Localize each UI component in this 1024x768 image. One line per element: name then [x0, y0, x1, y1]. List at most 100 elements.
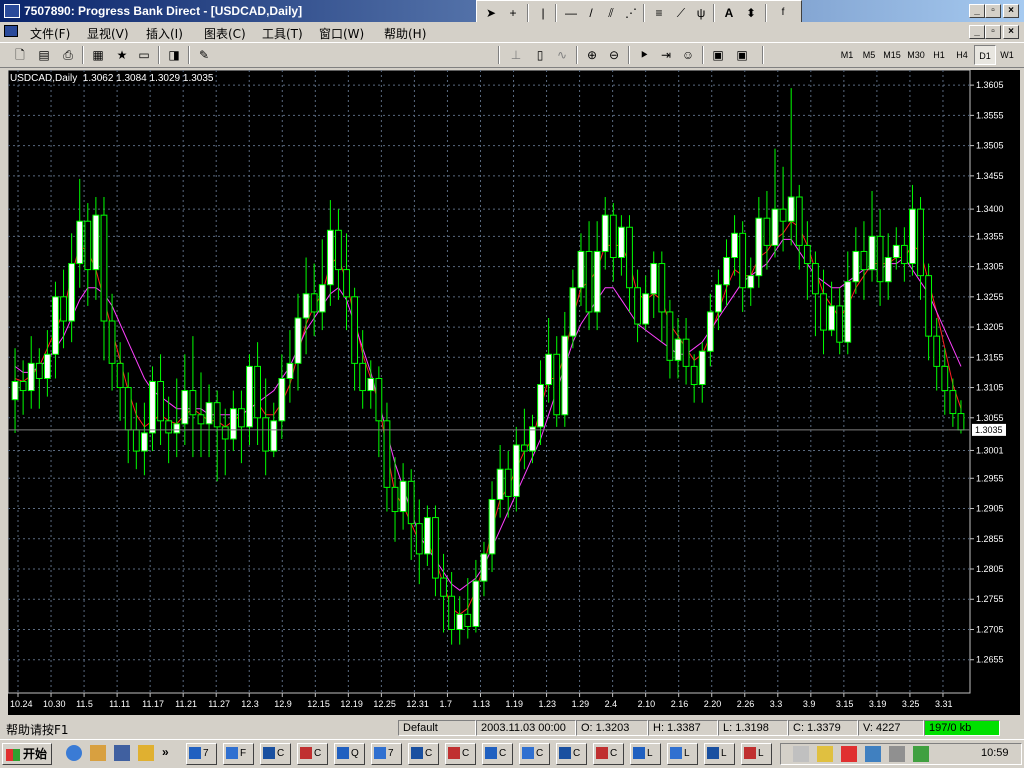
- zoom-in-icon[interactable]: ⊕: [582, 46, 602, 64]
- menu-insert[interactable]: 插入(I): [146, 25, 183, 42]
- taskbar-button[interactable]: Q: [334, 743, 365, 765]
- vertical-line-icon[interactable]: |: [533, 4, 553, 22]
- tray-ime-icon[interactable]: [913, 746, 929, 762]
- child-close-button[interactable]: ×: [1003, 25, 1019, 39]
- menu-view[interactable]: 显视(V): [87, 25, 129, 42]
- fibonacci-icon[interactable]: ≡: [649, 4, 669, 22]
- timeframe-d1[interactable]: D1: [974, 45, 996, 65]
- timeframe-m30[interactable]: M30: [904, 45, 928, 65]
- new-order-icon[interactable]: ✎: [194, 46, 214, 64]
- timeframe-w1[interactable]: W1: [996, 45, 1018, 65]
- cursor-icon[interactable]: ➤: [481, 4, 501, 22]
- menu-window[interactable]: 窗口(W): [319, 25, 364, 42]
- taskbar-button-label: C: [573, 748, 581, 759]
- periods-icon[interactable]: ▣: [732, 46, 752, 64]
- candle-body: [868, 235, 876, 271]
- print-icon[interactable]: ⎙: [58, 46, 78, 64]
- indicator-icon[interactable]: f: [773, 4, 793, 22]
- arrow-icon[interactable]: ⬍: [741, 4, 761, 22]
- taskbar-button[interactable]: C: [593, 743, 624, 765]
- taskbar-button[interactable]: L: [667, 743, 698, 765]
- child-restore-button[interactable]: ▫: [985, 25, 1001, 39]
- fib-fan-icon[interactable]: ⟋: [671, 4, 691, 22]
- taskbar-button[interactable]: F: [223, 743, 254, 765]
- menu-help[interactable]: 帮助(H): [384, 25, 426, 42]
- taskbar-button[interactable]: 7: [371, 743, 402, 765]
- navigator-icon[interactable]: ★: [112, 46, 132, 64]
- app-quicklaunch-icon[interactable]: [138, 745, 154, 761]
- candle-body: [262, 417, 270, 452]
- horizontal-line-icon[interactable]: —: [561, 4, 581, 22]
- candle-body: [238, 408, 245, 428]
- candle-body: [739, 232, 747, 289]
- candlestick-icon[interactable]: ▯: [530, 46, 550, 64]
- timeframe-h1[interactable]: H1: [928, 45, 950, 65]
- candle-body: [76, 220, 84, 265]
- auto-scroll-icon[interactable]: ⯈: [634, 46, 654, 64]
- outlook-quicklaunch-icon[interactable]: [114, 745, 130, 761]
- x-tick-label: 1.13: [472, 699, 490, 709]
- tray-volume-icon[interactable]: [889, 746, 905, 762]
- crosshair-icon[interactable]: +: [503, 4, 523, 22]
- taskbar-button[interactable]: L: [704, 743, 735, 765]
- terminal-icon[interactable]: ▭: [134, 46, 154, 64]
- menu-charts[interactable]: 图表(C): [204, 25, 246, 42]
- menu-tools[interactable]: 工具(T): [262, 25, 303, 42]
- taskbar-button[interactable]: 7: [186, 743, 217, 765]
- candle-body: [310, 293, 318, 313]
- price-chart[interactable]: 1.3605 1.3555 1.3505 1.3455 1.3400 1.3355 1.33…: [8, 70, 1020, 715]
- more-quicklaunch-icon[interactable]: »: [162, 745, 169, 759]
- restore-button[interactable]: ▫: [985, 4, 1001, 18]
- line-chart-icon[interactable]: ∿: [552, 46, 572, 64]
- timeframe-m5[interactable]: M5: [858, 45, 880, 65]
- candle-body: [836, 305, 844, 343]
- chart-window-icon: [4, 25, 18, 37]
- timeframe-m15[interactable]: M15: [880, 45, 904, 65]
- taskbar-button[interactable]: C: [519, 743, 550, 765]
- market-watch-icon[interactable]: ▦: [88, 46, 108, 64]
- candle-body: [318, 284, 326, 313]
- ie-quicklaunch-icon[interactable]: [66, 745, 82, 761]
- channel-icon[interactable]: ⫽: [601, 4, 621, 22]
- chart-shift-icon[interactable]: ⇥: [656, 46, 676, 64]
- tray-msn-icon[interactable]: [817, 746, 833, 762]
- timeframe-m1[interactable]: M1: [836, 45, 858, 65]
- andrews-pitchfork-icon[interactable]: ψ: [691, 4, 711, 22]
- taskbar-button[interactable]: C: [556, 743, 587, 765]
- taskbar-button[interactable]: C: [297, 743, 328, 765]
- taskbar-button[interactable]: C: [408, 743, 439, 765]
- taskbar-button[interactable]: L: [630, 743, 661, 765]
- close-button[interactable]: ×: [1003, 4, 1019, 18]
- bar-chart-icon[interactable]: ⊥: [506, 46, 526, 64]
- gann-fan-icon[interactable]: ⋰: [621, 4, 641, 22]
- start-label: 开始: [23, 747, 48, 761]
- candle-body: [326, 229, 334, 286]
- taskbar-button[interactable]: C: [482, 743, 513, 765]
- menu-file[interactable]: 文件(F): [30, 25, 70, 42]
- templates-icon[interactable]: ▣: [708, 46, 728, 64]
- taskbar-button[interactable]: C: [445, 743, 476, 765]
- text-icon[interactable]: A: [719, 4, 739, 22]
- minimize-button[interactable]: _: [969, 4, 985, 18]
- history-center-icon[interactable]: ◨: [164, 46, 184, 64]
- new-file-icon[interactable]: 🗋: [10, 46, 30, 64]
- candle-body: [674, 338, 682, 361]
- timeframe-h4[interactable]: H4: [950, 45, 974, 65]
- expert-advisor-icon[interactable]: ☺: [678, 46, 698, 64]
- trendline-icon[interactable]: /: [581, 4, 601, 22]
- child-minimize-button[interactable]: _: [969, 25, 985, 39]
- start-button[interactable]: 开始: [2, 743, 52, 765]
- x-tick-label: 2.10: [638, 699, 656, 709]
- tray-antivirus-icon[interactable]: [841, 746, 857, 762]
- open-icon[interactable]: ▤: [34, 46, 54, 64]
- zoom-out-icon[interactable]: ⊖: [604, 46, 624, 64]
- profile-status[interactable]: Default: [398, 720, 476, 736]
- taskbar-button[interactable]: C: [260, 743, 291, 765]
- tray-app-icon[interactable]: [793, 746, 809, 762]
- taskbar-button[interactable]: L: [741, 743, 772, 765]
- candle-body: [917, 208, 924, 277]
- candle-body: [601, 214, 609, 252]
- folder-quicklaunch-icon[interactable]: [90, 745, 106, 761]
- tray-network-icon[interactable]: [865, 746, 881, 762]
- candle-body: [189, 390, 197, 416]
